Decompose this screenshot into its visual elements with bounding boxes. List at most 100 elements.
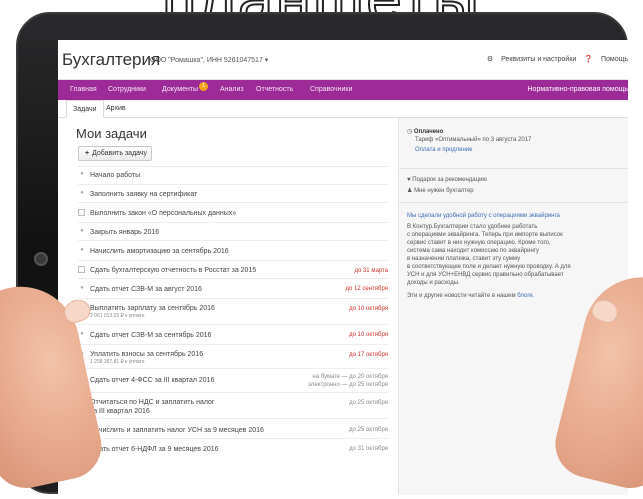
task-row[interactable]: ● Закрыть январь 2016 <box>78 222 388 240</box>
task-title[interactable]: Сдать отчет СЗВ-М за август 2016 <box>90 285 270 294</box>
task-row[interactable]: ● Сдать отчет 6-НДФЛ за 9 месяцев 2016 д… <box>78 438 388 458</box>
clock-icon: ◷ <box>407 129 413 135</box>
task-row[interactable]: ● Начислить и заплатить налог УСН за 9 м… <box>78 418 388 438</box>
page-title: Мои задачи <box>76 126 147 141</box>
task-row[interactable]: Сдать бухгалтерскую отчетность в Росстат… <box>78 260 388 278</box>
dot-icon: ● <box>80 190 84 196</box>
task-title[interactable]: Начислить амортизацию за сентябрь 2016 <box>90 247 270 256</box>
nav-references[interactable]: Справочники <box>310 86 352 93</box>
gift-item[interactable]: ♥ Подарок за рекомендацию <box>407 176 487 184</box>
task-row[interactable]: ● Сдать отчет СЗВ-М за сентябрь 2016 до … <box>78 324 388 344</box>
task-due-electronic: электронно — до 25 октября <box>307 382 388 388</box>
accountant-link: Мне нужен бухгалтер <box>414 188 474 194</box>
task-title[interactable]: Заполнить заявку на сертификат <box>90 190 270 199</box>
camera-icon <box>34 252 48 266</box>
task-row[interactable]: ● Выплатить зарплату за сентябрь 2016 2 … <box>78 298 388 324</box>
task-title[interactable]: Выполнить закон «О персональных данных» <box>90 209 270 218</box>
payment-link[interactable]: Оплата и продление <box>407 146 531 154</box>
task-due: до 25 октября <box>349 400 388 406</box>
task-due: до 17 октября <box>349 352 388 358</box>
news-line: доходы и расходы. <box>407 280 460 286</box>
task-row[interactable]: Выполнить закон «О персональных данных» <box>78 202 388 222</box>
nav-reports[interactable]: Отчетность <box>256 86 293 93</box>
news-link[interactable]: Мы сделали удобной работу с операциями э… <box>407 212 623 220</box>
dot-icon: ● <box>80 285 84 291</box>
dot-icon: ● <box>80 247 84 253</box>
plus-icon: + <box>85 150 90 157</box>
tasks-panel: Мои задачи + Добавить задачу ● Начало раб… <box>58 118 398 495</box>
gift-link: Подарок за рекомендацию <box>412 177 487 183</box>
task-due: до 10 октября <box>349 306 388 312</box>
task-due: до 12 сентября <box>345 286 388 292</box>
task-title[interactable]: Начало работы <box>90 171 270 180</box>
task-title-line2[interactable]: за III квартал 2016 <box>90 407 270 416</box>
task-due: до 31 октября <box>349 446 388 452</box>
news-line: УСН и для УСН+ЕНВД сервис правильно обра… <box>407 272 564 278</box>
accountant-item[interactable]: ♟ Мне нужен бухгалтер <box>407 187 487 195</box>
task-title[interactable]: Сдать отчет 4-ФСС за III квартал 2016 <box>90 376 270 385</box>
task-amount: 2 061 013,03 ₽ к уплате <box>90 313 145 319</box>
task-title[interactable]: Сдать отчет СЗВ-М за сентябрь 2016 <box>90 331 270 340</box>
subtabs: Задачи Архив <box>58 100 628 118</box>
nav-documents[interactable]: Документы 1 <box>162 82 209 95</box>
task-title[interactable]: Начислить и заплатить налог УСН за 9 мес… <box>90 426 290 435</box>
app-screen: Бухгалтерия ООО "Ромашка", ИНН 526104751… <box>58 40 628 495</box>
nav-home[interactable]: Главная <box>70 86 97 93</box>
task-due: до 25 октября <box>349 427 388 433</box>
help-link[interactable]: Помощь <box>601 56 628 63</box>
header-actions: ⚙ Реквизиты и настройки ❓ Помощь <box>481 55 628 63</box>
checkbox[interactable] <box>78 266 85 273</box>
nav-documents-label: Документы <box>162 86 199 93</box>
settings-link[interactable]: Реквизиты и настройки <box>501 56 576 63</box>
legal-help-link[interactable]: Нормативно-правовая помощь <box>528 86 629 93</box>
dot-icon: ● <box>80 171 84 177</box>
task-row[interactable]: ● Уплатить взносы за сентябрь 2016 1 258… <box>78 344 388 368</box>
tab-tasks[interactable]: Задачи <box>66 100 104 118</box>
task-due: на бумаге — до 20 октября <box>312 374 388 380</box>
add-task-button[interactable]: + Добавить задачу <box>78 146 152 161</box>
news-line: В Контур.Бухгалтерии стало удобнее работ… <box>407 224 538 230</box>
promo-block: ♥ Подарок за рекомендацию ♟ Мне нужен бу… <box>407 176 487 195</box>
help-icon[interactable]: ❓ <box>584 56 593 63</box>
divider <box>399 168 628 169</box>
blog-link[interactable]: блоге. <box>517 293 534 299</box>
heart-icon: ♥ <box>407 177 411 183</box>
task-row[interactable]: ● Отчитаться по НДС и заплатить налог за… <box>78 392 388 418</box>
person-icon: ♟ <box>407 188 413 194</box>
nav-analysis[interactable]: Анализ <box>220 86 244 93</box>
tariff-block: ◷ Оплачено Тариф «Оптимальный» по 3 авгу… <box>407 128 531 154</box>
main-nav: Главная Сотрудники Документы 1 Анализ Отч… <box>58 80 628 100</box>
divider <box>399 202 628 203</box>
task-row[interactable]: ● Заполнить заявку на сертификат <box>78 184 388 202</box>
task-title[interactable]: Закрыть январь 2016 <box>90 228 270 237</box>
news-line: в назначении платежа, ставит эту сумму <box>407 256 521 262</box>
news-line: система сама находит комиссию по эквайри… <box>407 248 539 254</box>
checkbox[interactable] <box>78 209 85 216</box>
task-row[interactable]: ● Начислить амортизацию за сентябрь 2016 <box>78 240 388 260</box>
task-row[interactable]: ● Сдать отчет СЗВ-М за август 2016 до 12… <box>78 278 388 298</box>
task-title[interactable]: Сдать бухгалтерскую отчетность в Росстат… <box>90 266 290 275</box>
add-task-label: Добавить задачу <box>92 150 148 157</box>
task-title[interactable]: Сдать отчет 6-НДФЛ за 9 месяцев 2016 <box>90 445 270 454</box>
task-due: до 10 октября <box>349 332 388 338</box>
tab-archive[interactable]: Архив <box>100 100 132 118</box>
task-row[interactable]: ● Сдать отчет 4-ФСС за III квартал 2016 … <box>78 368 388 392</box>
task-title[interactable]: Отчитаться по НДС и заплатить налог <box>90 398 270 407</box>
task-title[interactable]: Уплатить взносы за сентябрь 2016 <box>90 350 270 359</box>
org-selector[interactable]: ООО "Ромашка", ИНН 5261047517 ▾ <box>150 56 268 64</box>
news-line: сервис ставит в них нужную операцию. Кро… <box>407 240 551 246</box>
notification-badge: 1 <box>199 82 209 91</box>
app-logo[interactable]: Бухгалтерия <box>62 50 160 70</box>
news-line: с операциями эквайринга. Теперь при импо… <box>407 232 563 238</box>
nav-employees[interactable]: Сотрудники <box>108 86 146 93</box>
paid-title: Оплачено <box>413 129 444 135</box>
dot-icon: ● <box>80 228 84 234</box>
more-news: Эти и другие новости читайте в нашем бло… <box>407 292 623 300</box>
task-amount: 1 258 397,81 ₽ к уплате <box>90 359 145 365</box>
tariff-text: Тариф «Оптимальный» по 3 августа 2017 <box>415 137 532 143</box>
task-due: до 31 марта <box>354 268 388 274</box>
task-row[interactable]: ● Начало работы <box>78 166 388 184</box>
task-title[interactable]: Выплатить зарплату за сентябрь 2016 <box>90 304 270 313</box>
news-block: Мы сделали удобной работу с операциями э… <box>407 212 623 300</box>
gear-icon[interactable]: ⚙ <box>487 56 493 63</box>
